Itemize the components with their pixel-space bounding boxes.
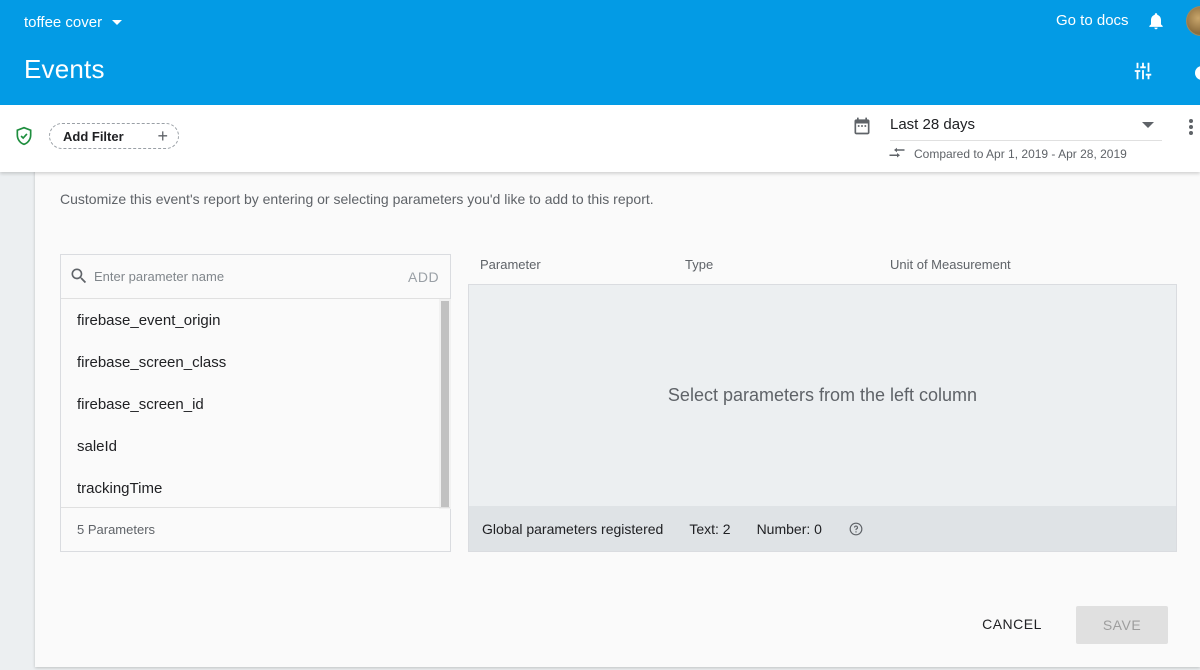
add-parameter-button[interactable]: ADD [408, 269, 439, 285]
column-header-type: Type [685, 257, 714, 272]
column-header-parameter: Parameter [480, 257, 541, 272]
global-parameters-summary: Global parameters registered Text: 2 Num… [469, 506, 1176, 551]
help-circle-icon[interactable] [849, 522, 863, 536]
scrollbar[interactable] [439, 299, 451, 509]
add-filter-button[interactable]: Add Filter + [49, 123, 179, 149]
parameter-reporting-card: Customize this event's report by enterin… [35, 150, 1200, 667]
empty-state-message: Select parameters from the left column [667, 385, 978, 405]
date-range-select[interactable]: Last 28 days [890, 113, 1162, 141]
calendar-icon[interactable] [852, 115, 872, 137]
compare-arrows-icon [889, 147, 905, 158]
parameter-count: 5 Parameters [61, 507, 450, 551]
parameter-list-item[interactable]: firebase_screen_class [61, 341, 439, 383]
shield-check-icon [16, 126, 32, 146]
parameter-list-item[interactable]: saleId [61, 425, 439, 467]
scrollbar-thumb[interactable] [441, 301, 449, 507]
compare-range-text: Compared to Apr 1, 2019 - Apr 28, 2019 [914, 147, 1127, 161]
parameter-name-input[interactable] [94, 265, 394, 287]
column-header-unit: Unit of Measurement [890, 257, 1011, 272]
plus-icon: + [157, 126, 168, 146]
caret-down-icon [112, 19, 123, 25]
search-icon [71, 268, 87, 284]
filter-bar: Add Filter + Last 28 days Compared to Ap… [0, 105, 1200, 172]
parameter-list-item[interactable]: firebase_event_origin [61, 299, 439, 341]
cancel-button[interactable]: CANCEL [971, 606, 1053, 642]
page-title: Events [24, 54, 105, 84]
parameter-picker: ADD firebase_event_originfirebase_screen… [60, 254, 451, 552]
tune-icon[interactable] [1132, 60, 1154, 82]
global-parameters-label: Global parameters registered [482, 520, 664, 537]
avatar[interactable] [1186, 6, 1200, 36]
parameter-list-item[interactable]: firebase_screen_id [61, 383, 439, 425]
parameter-search: ADD [61, 255, 450, 299]
date-range-value: Last 28 days [890, 116, 976, 133]
parameter-list-item[interactable]: trackingTime [61, 467, 439, 509]
project-selector[interactable]: toffee cover [24, 12, 123, 32]
project-name: toffee cover [24, 13, 103, 31]
go-to-docs-link[interactable]: Go to docs [1056, 12, 1129, 29]
help-icon[interactable] [1195, 66, 1200, 80]
card-description: Customize this event's report by enterin… [60, 191, 654, 207]
number-count: Number: 0 [756, 520, 822, 537]
app-header: toffee cover Events Go to docs [0, 0, 1200, 105]
dropdown-arrow-icon [1142, 122, 1154, 128]
bell-icon[interactable] [1146, 10, 1166, 32]
more-vert-icon[interactable] [1186, 117, 1196, 137]
selected-parameters-panel: Select parameters from the left column G… [468, 284, 1177, 552]
save-button[interactable]: SAVE [1076, 606, 1168, 644]
text-count: Text: 2 [689, 520, 731, 537]
parameter-list: firebase_event_origin firebase_screen_cla… [61, 299, 439, 507]
add-filter-label: Add Filter [63, 128, 124, 144]
